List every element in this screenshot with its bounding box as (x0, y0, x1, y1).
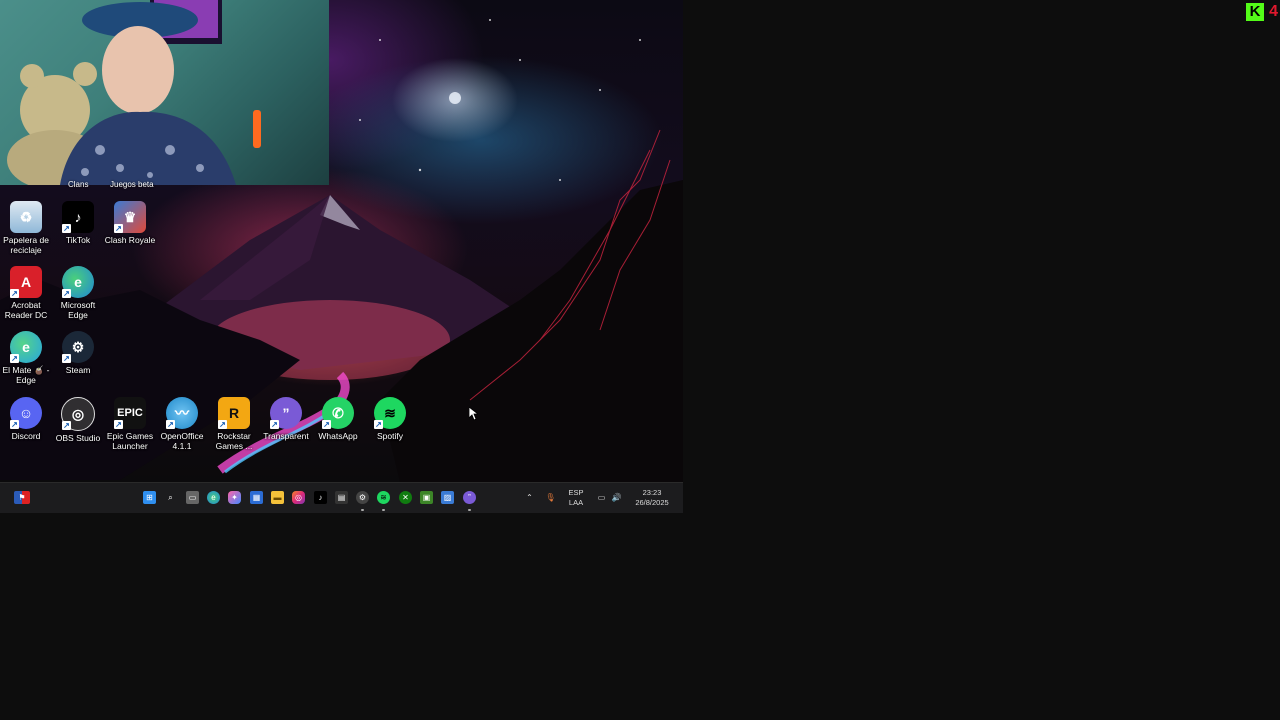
desktop-icon-label: WhatsApp (318, 431, 358, 441)
desktop-icon-label: OBS Studio (55, 433, 101, 443)
file-explorer-icon[interactable]: ▬ (271, 491, 284, 504)
partial-label-clans: Clans (68, 180, 89, 189)
task-view-icon[interactable]: ▭ (186, 491, 199, 504)
copilot-icon[interactable]: ✦ (228, 491, 241, 504)
settings-icon[interactable]: ⚙ (356, 491, 369, 504)
desktop-icon-label: Steam (65, 365, 91, 375)
transparent-icon[interactable]: ” (463, 491, 476, 504)
steam-icon: ⚙ ↗ (62, 331, 94, 363)
desktop-icon-obs-studio[interactable]: ◎ ↗ OBS Studio (50, 397, 106, 443)
desktop-icon-label: Clash Royale (104, 235, 156, 245)
microphone-icon[interactable]: 🎙 (544, 491, 557, 504)
desktop-icon-label: Epic Games Launcher (106, 431, 154, 451)
spotify-icon[interactable]: ≋ (377, 491, 390, 504)
tiktok-icon[interactable]: ♪ (314, 491, 327, 504)
search-icon[interactable]: ⌕ (164, 491, 177, 504)
desktop-icon-label: Spotify (377, 431, 403, 441)
rockstar-icon: R ↗ (218, 397, 250, 429)
desktop-icon-spotify[interactable]: ≋ ↗ Spotify (362, 397, 418, 441)
kick-count: 4 (1269, 3, 1278, 20)
desktop-icon-discord[interactable]: ☺ ↗ Discord (0, 397, 54, 441)
store-icon[interactable]: ▦ (250, 491, 263, 504)
desktop-icon-clash-royale[interactable]: ♛ ↗ Clash Royale (102, 201, 158, 245)
recycle-bin-icon: ♻ (10, 201, 42, 233)
webcam-overlay (0, 0, 329, 185)
desktop-icon-label: OpenOffice 4.1.1 (160, 431, 204, 451)
desktop-icon-acrobat[interactable]: A ↗ Acrobat Reader DC (0, 266, 54, 320)
language-indicator[interactable]: ESP LAA (563, 488, 589, 508)
clock-date: 26/8/2025 (635, 498, 669, 507)
desktop-icon-rockstar[interactable]: R ↗ Rockstar Games ... (206, 397, 262, 451)
calculator-icon[interactable]: ▤ (335, 491, 348, 504)
minecraft-icon[interactable]: ▣ (420, 491, 433, 504)
epic-games-icon: EPIC ↗ (114, 397, 146, 429)
running-indicator (361, 509, 364, 511)
streamer-video (7, 0, 261, 185)
desktop-icon-whatsapp[interactable]: ✆ ↗ WhatsApp (310, 397, 366, 441)
desktop-icon-tiktok[interactable]: ♪ ↗ TikTok (50, 201, 106, 245)
taskbar: ⚑ ⊞ ⌕ ▭ e ✦ ▦ ▬ ◎ ♪ ▤ ⚙ ≋ ✕ ▣ ▨ ” ⌃ 🎙 ES… (0, 482, 683, 513)
desktop-icon-transparent[interactable]: ” ↗ Transparent (258, 397, 314, 441)
desktop-icon-label: Microsoft Edge (60, 300, 96, 320)
windows-start-icon[interactable]: ⊞ (143, 491, 156, 504)
obs-icon: ◎ ↗ (61, 397, 95, 431)
kick-logo-icon: K (1246, 3, 1265, 21)
running-indicator (382, 509, 385, 511)
language-code: ESP (568, 488, 584, 497)
tiktok-icon: ♪ ↗ (62, 201, 94, 233)
desktop-icon-label: El Mate 🧉 - Edge (2, 365, 50, 385)
edge-profile-icon: e ↗ (10, 331, 42, 363)
photos-icon[interactable]: ▨ (441, 491, 454, 504)
acrobat-icon: A ↗ (10, 266, 42, 298)
desktop-icon-openoffice[interactable]: 〰 ↗ OpenOffice 4.1.1 (154, 397, 210, 451)
volume-icon[interactable]: 🔊 (610, 491, 623, 504)
edge-icon: e ↗ (62, 266, 94, 298)
instagram-icon[interactable]: ◎ (292, 491, 305, 504)
network-icon[interactable]: ▭ (595, 491, 608, 504)
desktop-icon-label: Transparent (263, 431, 309, 441)
edge-icon[interactable]: e (207, 491, 220, 504)
chevron-up-icon[interactable]: ⌃ (523, 491, 536, 504)
weather-widget-icon[interactable]: ⚑ (14, 491, 30, 504)
clash-royale-icon: ♛ ↗ (114, 201, 146, 233)
clock[interactable]: 23:23 26/8/2025 (628, 488, 676, 508)
desktop-icon-label: Discord (11, 431, 41, 441)
clock-time: 23:23 (642, 488, 662, 497)
desktop-icon-epic-games[interactable]: EPIC ↗ Epic Games Launcher (102, 397, 158, 451)
transparent-icon: ” ↗ (270, 397, 302, 429)
desktop-icon-label: Acrobat Reader DC (4, 300, 48, 320)
openoffice-icon: 〰 ↗ (166, 397, 198, 429)
desktop-icon-el-mate-edge[interactable]: e ↗ El Mate 🧉 - Edge (0, 331, 54, 385)
discord-icon: ☺ ↗ (10, 397, 42, 429)
partial-label-juegos-beta: Juegos beta (110, 180, 154, 189)
running-indicator (468, 509, 471, 511)
xbox-icon[interactable]: ✕ (399, 491, 412, 504)
whatsapp-icon: ✆ ↗ (322, 397, 354, 429)
desktop-icon-label: Rockstar Games ... (215, 431, 253, 451)
spotify-icon: ≋ ↗ (374, 397, 406, 429)
desktop-icon-label: Papelera de reciclaje (3, 235, 49, 255)
kick-badge: K 4 (1246, 3, 1278, 21)
desktop-icon-steam[interactable]: ⚙ ↗ Steam (50, 331, 106, 375)
desktop-icon-label: TikTok (65, 235, 91, 245)
keyboard-layout: LAA (568, 498, 584, 507)
desktop-icon-microsoft-edge[interactable]: e ↗ Microsoft Edge (50, 266, 106, 320)
mouse-cursor-icon (469, 407, 478, 421)
desktop-icon-recycle-bin[interactable]: ♻ Papelera de reciclaje (0, 201, 54, 255)
